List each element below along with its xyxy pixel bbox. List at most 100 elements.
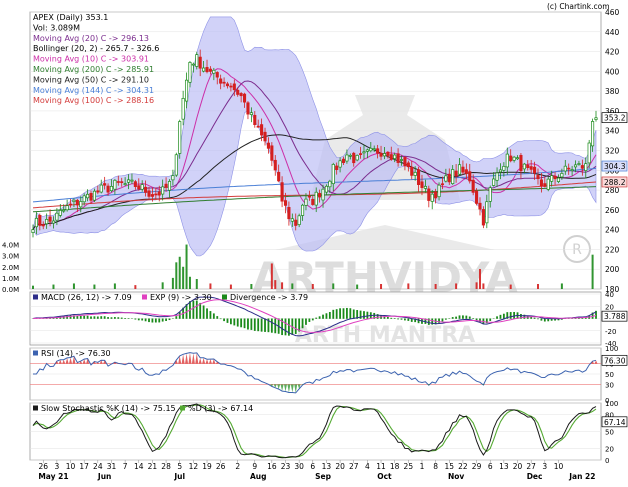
credit-text: (c) Chartink.com <box>547 2 610 11</box>
candle-body <box>359 154 361 155</box>
candle-body <box>110 186 112 190</box>
macd-histogram-bar <box>541 319 543 321</box>
macd-histogram-bar <box>87 316 89 319</box>
candle-body <box>530 167 532 170</box>
price-tag-label: 288.2 <box>604 178 626 187</box>
x-tick-label: 25 <box>404 462 414 471</box>
macd-histogram-bar <box>285 319 287 336</box>
x-tick-label: 3 <box>542 462 547 471</box>
macd-histogram-bar <box>175 316 177 319</box>
macd-histogram-bar <box>237 319 239 327</box>
macd-histogram-bar <box>387 317 389 319</box>
volume-bar <box>189 277 191 289</box>
candle-body <box>168 181 170 190</box>
month-label: Oct <box>377 472 392 481</box>
candle-body <box>83 196 85 202</box>
macd-histogram-bar <box>169 319 171 321</box>
price-legend-item: Moving Avg (10) C -> 303.91 <box>33 55 149 64</box>
candle-body <box>506 154 508 167</box>
price-tick-label: 260 <box>605 206 620 215</box>
macd-histogram-bar <box>322 315 324 319</box>
candle-body <box>492 179 494 186</box>
macd-histogram-bar <box>346 308 348 319</box>
macd-histogram-bar <box>117 317 119 319</box>
x-tick-label: 27 <box>526 462 536 471</box>
macd-histogram-bar <box>353 309 355 318</box>
x-tick-label: 14 <box>134 462 144 471</box>
macd-histogram-bar <box>213 313 215 318</box>
macd-histogram-bar <box>199 303 201 319</box>
macd-histogram-bar <box>336 309 338 319</box>
candle-body <box>291 219 293 222</box>
candle-body <box>465 170 467 174</box>
stoch-tick-label: 20 <box>605 446 614 454</box>
macd-legend-swatch <box>142 295 147 300</box>
macd-histogram-bar <box>397 319 399 320</box>
rsi-legend-item: RSI (14) -> 76.30 <box>41 349 111 358</box>
x-tick-label: 6 <box>488 462 493 471</box>
x-tick-label: 31 <box>107 462 117 471</box>
price-tick-label: 320 <box>605 147 620 156</box>
macd-histogram-bar <box>332 310 334 319</box>
candle-body <box>404 157 406 165</box>
price-legend-item: Bollinger (20, 2) - 265.7 - 326.6 <box>33 44 159 53</box>
candle-body <box>499 170 501 172</box>
x-tick-label: 10 <box>554 462 564 471</box>
rsi-tick-label: 100 <box>605 345 618 353</box>
macd-histogram-bar <box>339 308 341 319</box>
candle-body <box>434 192 436 198</box>
candle-body <box>196 55 198 67</box>
candle-body <box>35 218 37 226</box>
candle-body <box>202 68 204 71</box>
chart-svg: ARTHVIDYAARTH MANTRAR 180200220240260280… <box>0 0 628 483</box>
candle-body <box>475 191 477 203</box>
watermark-registered-letter: R <box>572 242 582 258</box>
macd-legend-item: MACD (26, 12) -> 7.09 <box>41 293 132 302</box>
month-label: Dec <box>527 472 543 481</box>
candle-body <box>49 217 51 221</box>
candle-body <box>148 191 150 197</box>
macd-histogram-bar <box>404 319 406 321</box>
candle-body <box>585 164 587 171</box>
macd-histogram-bar <box>128 318 130 319</box>
macd-histogram-bar <box>469 317 471 319</box>
x-tick-label: 4 <box>365 462 370 471</box>
candle-body <box>117 181 119 182</box>
month-label: Jan 22 <box>568 472 595 481</box>
price-legend-item: Moving Avg (200) C -> 285.91 <box>33 65 154 74</box>
candle-body <box>332 164 334 183</box>
rsi-legend-swatch <box>33 351 38 356</box>
candle-body <box>458 165 460 174</box>
candle-body <box>165 184 167 187</box>
macd-histogram-bar <box>315 318 317 319</box>
candle-body <box>417 170 419 185</box>
candle-body <box>260 125 262 135</box>
x-tick-label: 15 <box>445 462 455 471</box>
candle-body <box>277 172 279 181</box>
macd-histogram-bar <box>244 319 246 329</box>
candle-body <box>574 165 576 167</box>
candle-body <box>550 176 552 182</box>
candle-body <box>59 210 61 215</box>
volume-tick-label: 3.0M <box>2 253 19 261</box>
candle-body <box>349 155 351 156</box>
candle-body <box>411 167 413 175</box>
candle-body <box>376 149 378 153</box>
candle-body <box>462 167 464 172</box>
candle-body <box>233 84 235 90</box>
macd-histogram-bar <box>510 312 512 319</box>
macd-legend-swatch <box>33 295 38 300</box>
volume-tick-label: 4.0M <box>2 242 19 250</box>
price-tick-label: 420 <box>605 48 620 57</box>
macd-tick-label: 20 <box>605 303 614 311</box>
macd-histogram-bar <box>459 315 461 318</box>
candle-body <box>312 199 314 204</box>
candle-body <box>42 225 44 226</box>
macd-histogram-bar <box>80 316 82 319</box>
candle-body <box>230 86 232 87</box>
macd-histogram-bar <box>247 319 249 330</box>
candle-body <box>438 185 440 197</box>
volume-bar <box>230 285 232 289</box>
candle-body <box>342 159 344 162</box>
x-tick-label: 27 <box>349 462 359 471</box>
